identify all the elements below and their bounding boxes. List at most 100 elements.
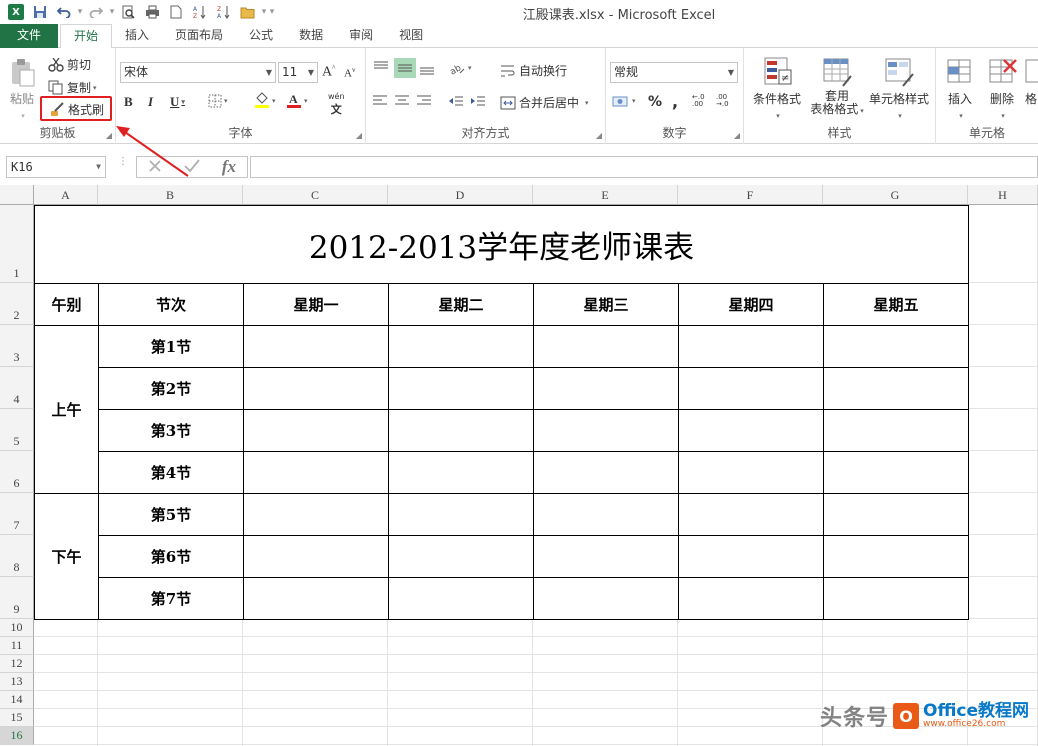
schedule-cell[interactable]	[678, 535, 824, 578]
align-top-button[interactable]	[372, 60, 390, 76]
column-header[interactable]: C	[243, 185, 388, 205]
row-header[interactable]: 4	[0, 367, 34, 409]
wrap-text-button[interactable]: 自动换行	[500, 62, 567, 79]
schedule-cell[interactable]	[678, 367, 824, 410]
decrease-decimal-button[interactable]: .00 →.0	[716, 94, 738, 108]
bold-button[interactable]: B	[124, 94, 133, 110]
row-header[interactable]: 2	[0, 283, 34, 325]
percent-style-button[interactable]: %	[648, 94, 662, 110]
schedule-cell[interactable]	[243, 325, 389, 368]
insert-cells-button[interactable]: 插入 ▾	[940, 56, 980, 121]
schedule-cell[interactable]	[678, 577, 824, 620]
column-header[interactable]: B	[98, 185, 243, 205]
schedule-cell[interactable]	[388, 451, 534, 494]
print-preview-icon[interactable]	[116, 2, 140, 22]
format-as-table-dropdown-icon[interactable]: ▾	[860, 105, 864, 118]
align-bottom-button[interactable]	[418, 60, 436, 76]
comma-style-button[interactable]: ,	[672, 92, 678, 111]
row-header[interactable]: 16	[0, 727, 34, 745]
cell-styles-button[interactable]: 单元格样式 ▾	[866, 56, 932, 121]
clipboard-launcher-icon[interactable]: ◢	[106, 131, 112, 140]
schedule-cell[interactable]	[243, 577, 389, 620]
timetable-title[interactable]: 2012-2013学年度老师课表	[34, 205, 969, 284]
increase-font-button[interactable]: A^	[322, 64, 335, 81]
column-header[interactable]: D	[388, 185, 533, 205]
schedule-cell[interactable]	[533, 577, 679, 620]
cancel-icon[interactable]	[148, 159, 162, 176]
schedule-cell[interactable]	[823, 367, 969, 410]
save-icon[interactable]	[28, 2, 52, 22]
undo-dropdown-icon[interactable]: ▾	[76, 7, 84, 17]
sort-za-icon[interactable]: ZA	[212, 2, 236, 22]
align-center-button[interactable]	[394, 94, 410, 108]
row-header[interactable]: 1	[0, 205, 34, 283]
delete-dropdown-icon[interactable]: ▾	[1001, 112, 1005, 120]
schedule-cell[interactable]	[243, 367, 389, 410]
row-header[interactable]: 11	[0, 637, 34, 655]
header-cell[interactable]: 节次	[98, 283, 244, 326]
new-file-icon[interactable]	[164, 2, 188, 22]
redo-icon[interactable]	[84, 2, 108, 22]
schedule-cell[interactable]	[388, 367, 534, 410]
row-header[interactable]: 9	[0, 577, 34, 619]
font-size-select[interactable]: 11 ▼	[278, 62, 318, 83]
tab-insert[interactable]: 插入	[112, 24, 162, 48]
row-header[interactable]: 12	[0, 655, 34, 673]
align-right-button[interactable]	[416, 94, 432, 108]
schedule-cell[interactable]	[823, 409, 969, 452]
header-cell[interactable]: 午别	[34, 283, 99, 326]
schedule-cell[interactable]	[823, 493, 969, 536]
row-header[interactable]: 14	[0, 691, 34, 709]
tab-formulas[interactable]: 公式	[236, 24, 286, 48]
schedule-cell[interactable]	[678, 493, 824, 536]
underline-dropdown-icon[interactable]: ▾	[181, 98, 185, 106]
column-header[interactable]: A	[34, 185, 98, 205]
conditional-formatting-dropdown-icon[interactable]: ▾	[776, 112, 780, 120]
schedule-cell[interactable]	[533, 535, 679, 578]
period-cell[interactable]: 第2节	[98, 367, 244, 410]
quick-print-icon[interactable]	[140, 2, 164, 22]
morning-cell[interactable]: 上午	[34, 325, 99, 494]
copy-dropdown-icon[interactable]: ▾	[93, 84, 97, 92]
schedule-cell[interactable]	[388, 493, 534, 536]
font-name-select[interactable]: 宋体 ▼	[120, 62, 276, 83]
increase-decimal-button[interactable]: ←.0 .00	[692, 94, 714, 108]
schedule-cell[interactable]	[243, 451, 389, 494]
row-header[interactable]: 13	[0, 673, 34, 691]
row-header[interactable]: 7	[0, 493, 34, 535]
delete-cells-button[interactable]: 删除 ▾	[982, 56, 1022, 121]
borders-button[interactable]: ▾	[208, 94, 228, 108]
header-cell[interactable]: 星期五	[823, 283, 969, 326]
align-middle-button[interactable]	[394, 58, 416, 78]
decrease-font-button[interactable]: Av	[344, 66, 355, 80]
paste-dropdown-icon[interactable]: ▾	[21, 112, 25, 120]
column-header[interactable]: G	[823, 185, 968, 205]
redo-dropdown-icon[interactable]: ▾	[108, 7, 116, 17]
schedule-cell[interactable]	[823, 451, 969, 494]
column-header[interactable]: H	[968, 185, 1038, 205]
cut-button[interactable]: 剪切	[48, 56, 91, 73]
font-color-dropdown-icon[interactable]: ▾	[304, 97, 308, 105]
name-box[interactable]: K16 ▼	[6, 156, 106, 178]
alignment-launcher-icon[interactable]: ◢	[596, 131, 602, 140]
decrease-indent-button[interactable]	[448, 94, 464, 108]
schedule-cell[interactable]	[533, 409, 679, 452]
column-header[interactable]: E	[533, 185, 678, 205]
schedule-cell[interactable]	[678, 451, 824, 494]
schedule-cell[interactable]	[678, 409, 824, 452]
schedule-cell[interactable]	[823, 577, 969, 620]
period-cell[interactable]: 第6节	[98, 535, 244, 578]
number-format-select[interactable]: 常规 ▼	[610, 62, 738, 83]
increase-indent-button[interactable]	[470, 94, 486, 108]
fill-color-button[interactable]: ▾	[254, 92, 276, 109]
afternoon-cell[interactable]: 下午	[34, 493, 99, 620]
open-folder-icon[interactable]	[236, 2, 260, 22]
phonetic-button[interactable]: wén 文	[328, 92, 345, 117]
format-cells-button[interactable]: 格	[1024, 56, 1038, 107]
header-cell[interactable]: 星期三	[533, 283, 679, 326]
schedule-cell[interactable]	[823, 535, 969, 578]
tab-file[interactable]: 文件	[0, 24, 58, 48]
period-cell[interactable]: 第1节	[98, 325, 244, 368]
period-cell[interactable]: 第7节	[98, 577, 244, 620]
open-dropdown-icon[interactable]: ▾	[260, 7, 268, 17]
